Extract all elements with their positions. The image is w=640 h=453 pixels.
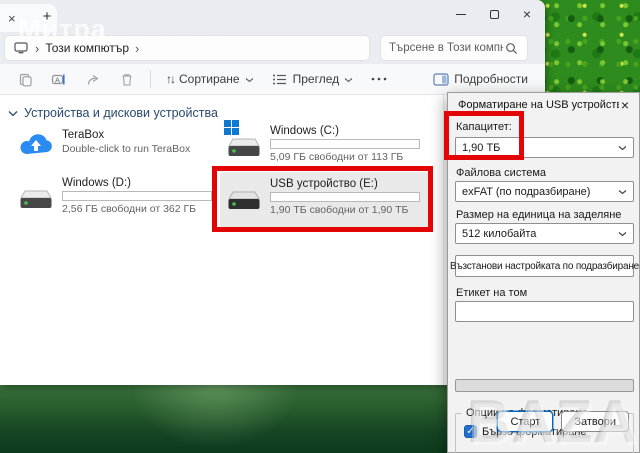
group-header-devices[interactable]: Устройства и дискови устройства (8, 106, 218, 120)
svg-text:A: A (55, 75, 60, 84)
chevron-down-icon (618, 189, 627, 195)
capacity-label: Капацитет: (456, 121, 512, 133)
filesystem-label: Файлова система (456, 167, 546, 179)
usb-drive-icon (226, 186, 262, 212)
search-input[interactable]: Търсене в Този компютър (380, 35, 528, 61)
allocation-unit-select[interactable]: 512 килобайта (455, 223, 634, 244)
terabox-cloud-icon (18, 131, 54, 163)
minimize-icon[interactable] (456, 14, 466, 15)
window-controls: × (456, 0, 537, 28)
more-options-button[interactable] (362, 67, 396, 91)
drive-item-d[interactable]: Windows (D:) 2,56 ГБ свободни от 362 ГБ (12, 173, 212, 225)
capacity-select[interactable]: 1,90 ТБ (455, 137, 634, 158)
desktop: × + × › Този компютър › Търсене в Този к… (0, 0, 640, 453)
drive-subtitle: 5,09 ГБ свободни от 113 ГБ (270, 151, 420, 163)
chevron-down-icon (8, 110, 18, 117)
view-button[interactable]: Преглед (263, 66, 363, 92)
group-title: Устройства и дискови устройства (24, 106, 218, 120)
address-bar: › Този компютър › Търсене в Този компютъ… (0, 32, 545, 64)
drive-title: TeraBox (62, 129, 190, 141)
capacity-value: 1,90 ТБ (462, 142, 618, 154)
sort-label: Сортиране (179, 72, 240, 86)
format-progress-bar (455, 379, 634, 392)
windows-logo-icon (224, 120, 239, 135)
chevron-down-icon (344, 70, 353, 88)
new-tab-button[interactable]: + (36, 6, 58, 28)
view-label: Преглед (293, 72, 340, 86)
drive-subtitle: 2,56 ГБ свободни от 362 ГБ (62, 203, 212, 215)
paste-icon (17, 71, 33, 87)
drive-c-icon (226, 133, 262, 159)
tab-bar: × + × (0, 0, 545, 32)
drive-title: Windows (D:) (62, 177, 212, 189)
drive-item-terabox[interactable]: TeraBox Double-click to run TeraBox (12, 125, 212, 171)
sort-button[interactable]: ↑↓ Сортиране (157, 66, 263, 92)
breadcrumb-chevron-icon: › (35, 41, 39, 56)
toolbar-divider (150, 70, 151, 88)
drive-subtitle: Double-click to run TeraBox (62, 143, 190, 155)
details-label: Подробности (454, 72, 528, 86)
allocation-unit-label: Размер на единица на заделяне (456, 209, 621, 221)
this-pc-icon (13, 40, 29, 56)
close-icon[interactable]: × (523, 7, 531, 21)
paste-button[interactable] (8, 67, 42, 91)
volume-label-label: Етикет на том (456, 287, 527, 299)
ellipsis-icon (371, 71, 387, 87)
dialog-close-icon[interactable]: × (619, 97, 631, 113)
chevron-down-icon (618, 145, 627, 151)
start-button[interactable]: Старт (497, 411, 553, 432)
details-pane-button[interactable]: Подробности (424, 67, 537, 91)
drive-item-usb-e[interactable]: USB устройство (E:) 1,90 ТБ свободни от … (220, 172, 430, 228)
breadcrumb-chevron-icon[interactable]: › (135, 41, 139, 56)
search-placeholder: Търсене в Този компютър (389, 42, 503, 54)
drive-item-c[interactable]: Windows (C:) 5,09 ГБ свободни от 113 ГБ (220, 121, 432, 173)
dialog-titlebar[interactable]: Форматиране на USB устройство (E:) × (448, 93, 639, 116)
details-pane-divider (443, 95, 444, 385)
view-icon (272, 71, 288, 87)
breadcrumb[interactable]: Този компютър (45, 41, 129, 55)
capacity-bar (62, 191, 212, 201)
capacity-bar (270, 192, 420, 202)
dialog-footer: Старт Затвори (448, 411, 639, 432)
command-toolbar: A ↑↓ Сортиране (0, 64, 545, 95)
tab-close-icon[interactable]: × (8, 12, 16, 25)
dialog-title: Форматиране на USB устройство (E:) (458, 99, 619, 111)
capacity-bar (270, 139, 420, 149)
filesystem-select[interactable]: exFAT (по подразбиране) (455, 181, 634, 202)
restore-defaults-button[interactable]: Възстанови настройката по подразбиране (455, 255, 634, 277)
chevron-down-icon (618, 231, 627, 237)
rename-button[interactable]: A (42, 67, 76, 91)
search-icon (503, 40, 519, 56)
drive-subtitle: 1,90 ТБ свободни от 1,90 ТБ (270, 204, 420, 216)
details-pane-icon (433, 71, 449, 87)
rename-icon: A (51, 71, 67, 87)
close-button[interactable]: Затвори (561, 411, 629, 432)
allocation-unit-value: 512 килобайта (462, 228, 618, 240)
volume-label-input[interactable] (455, 301, 634, 322)
sort-icon: ↑↓ (166, 72, 174, 86)
chevron-down-icon (245, 70, 254, 88)
address-input[interactable]: › Този компютър › (4, 35, 370, 61)
delete-button[interactable] (110, 67, 144, 91)
drive-d-icon (18, 185, 54, 211)
filesystem-value: exFAT (по подразбиране) (462, 186, 618, 198)
trash-icon (119, 71, 135, 87)
maximize-icon[interactable] (490, 10, 499, 19)
drive-title: Windows (C:) (270, 125, 420, 137)
format-dialog: Форматиране на USB устройство (E:) × Кап… (447, 92, 640, 453)
drive-title: USB устройство (E:) (270, 178, 420, 190)
share-icon (85, 71, 101, 87)
share-button[interactable] (76, 67, 110, 91)
